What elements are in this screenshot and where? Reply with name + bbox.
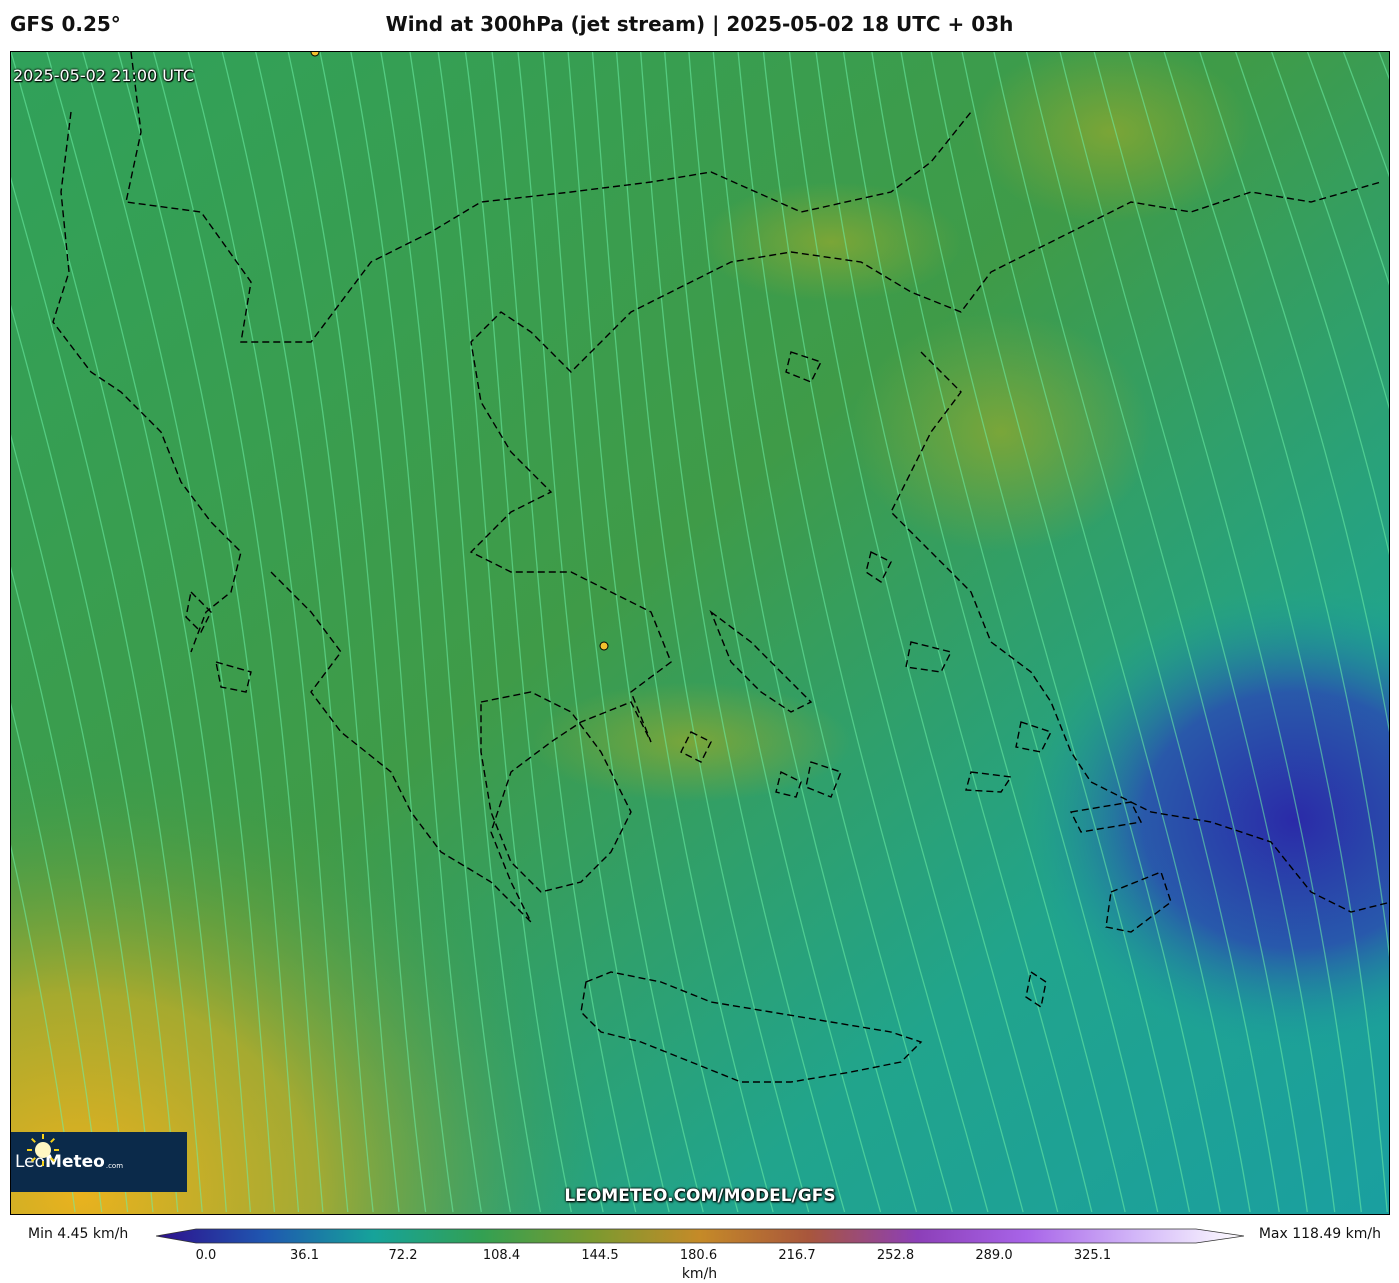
- leometeo-logo[interactable]: LeoMeteo .com: [11, 1132, 187, 1192]
- logo-suffix: .com: [105, 1162, 124, 1170]
- colorbar-unit: km/h: [681, 1266, 718, 1282]
- wind-map[interactable]: 2025-05-02 21:00 UTC LeoMeteo .com LEOME…: [10, 51, 1390, 1215]
- city-marker-north: [310, 52, 320, 57]
- valid-time-label: 2025-05-02 21:00 UTC: [13, 66, 194, 85]
- colorbar-tick-label: 180.6: [679, 1248, 718, 1263]
- colorbar-tick-label: 216.7: [778, 1248, 816, 1263]
- colorbar-tick-label: 144.5: [581, 1248, 619, 1263]
- colorbar-min-label: Min 4.45 km/h: [28, 1226, 129, 1242]
- colorbar-tick-label: 108.4: [482, 1248, 521, 1263]
- sun-icon: [27, 1134, 59, 1166]
- colorbar-tick-label: 289.0: [975, 1248, 1013, 1263]
- colorbar-tick-label: 325.1: [1073, 1248, 1112, 1263]
- colorbar: [156, 1228, 1244, 1244]
- colorbar-tick-label: 252.8: [876, 1248, 915, 1263]
- city-marker-athens: [599, 641, 609, 651]
- colorbar-tick-label: 72.2: [388, 1248, 418, 1263]
- colorbar-tick-label: 0.0: [195, 1248, 217, 1263]
- colorbar-max-label: Max 118.49 km/h: [1258, 1226, 1381, 1242]
- watermark-url[interactable]: LEOMETEO.COM/MODEL/GFS: [11, 1186, 1389, 1206]
- chart-title: Wind at 300hPa (jet stream) | 2025-05-02…: [385, 12, 1014, 36]
- colorbar-tick-label: 36.1: [290, 1248, 319, 1263]
- wind-speed-field: [11, 52, 1389, 1214]
